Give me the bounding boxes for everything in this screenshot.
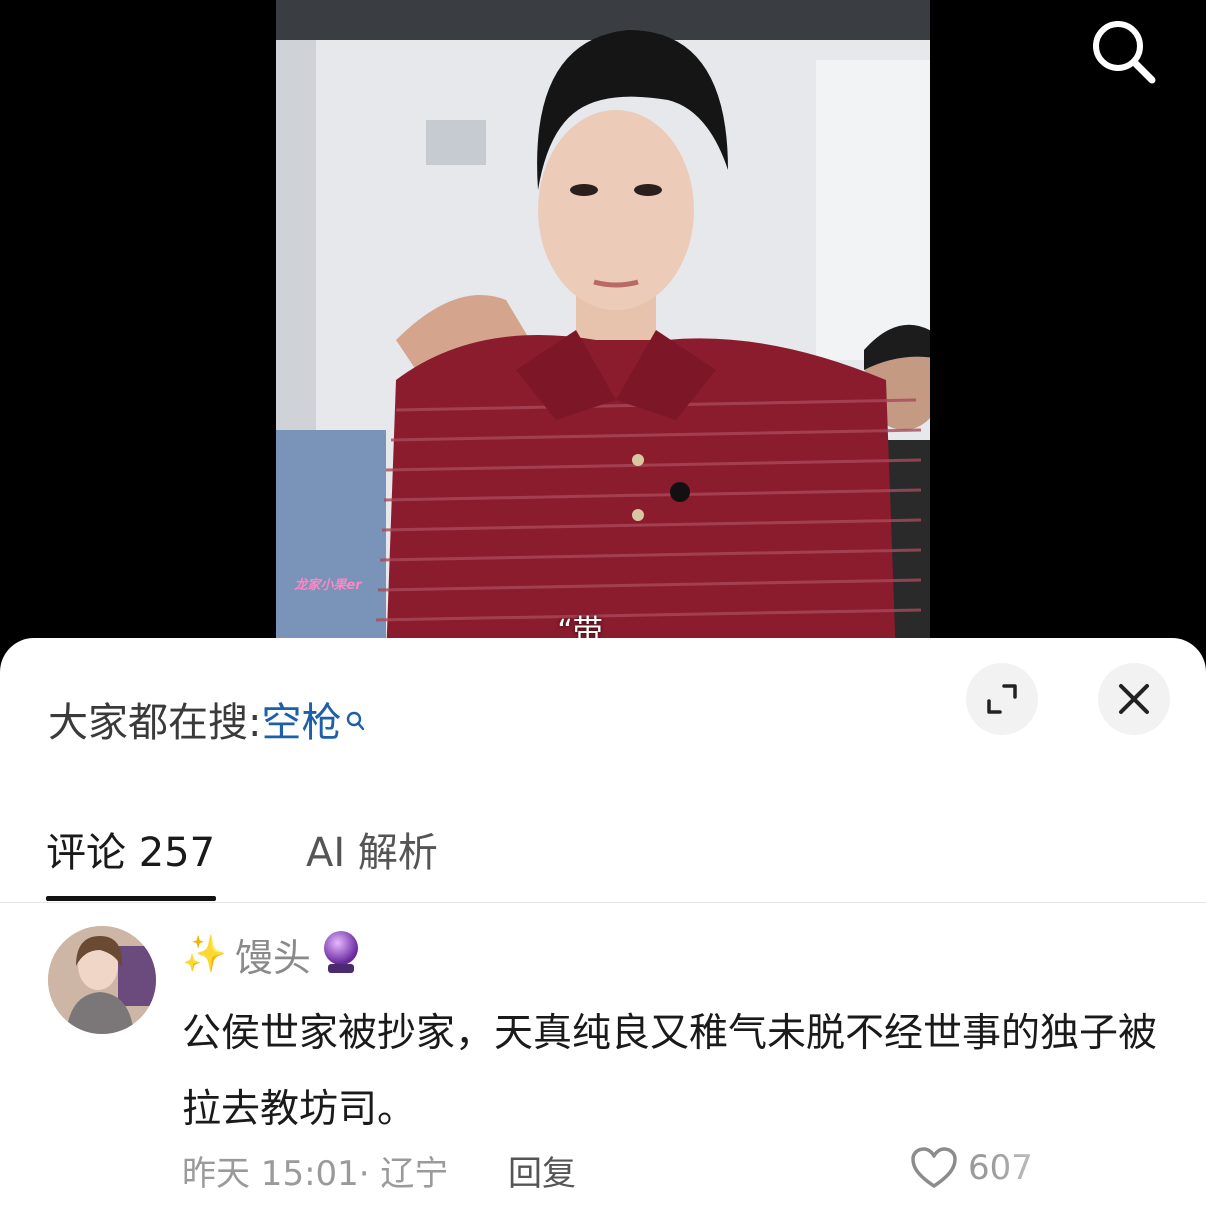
tab-comments[interactable]: 评论 257 [46,820,215,878]
comment-username[interactable]: 馒头 [235,927,311,982]
comments-sheet: 大家都在搜:空枪 评论 257 AI 解析 ✨ 馒头 公侯世家被抄家，天真纯良又… [0,638,1206,1211]
crystal-ball-icon [319,928,363,980]
comment-header: ✨ 馒头 [182,924,363,984]
video-still-image [276,0,930,660]
divider [0,902,1206,903]
expand-button[interactable] [966,663,1038,735]
sparkles-icon: ✨ [182,934,227,975]
trending-search-prefix: 大家都在搜: [48,700,262,746]
tab-ai-analysis[interactable]: AI 解析 [306,820,438,878]
video-frame[interactable] [276,0,930,660]
heart-icon [911,1147,957,1188]
video-player[interactable]: 龙家小果er “带走！” [0,0,1206,693]
expand-icon [987,684,1017,714]
sheet-tabs: 评论 257 AI 解析 [0,808,1206,902]
bottom-fade [990,1148,1206,1211]
close-button[interactable] [1098,663,1170,735]
video-watermark: 龙家小果er [294,578,362,593]
trending-search-hint[interactable]: 大家都在搜:空枪 [48,690,365,748]
search-small-icon [345,696,365,742]
avatar[interactable] [48,926,156,1034]
comment-meta: 昨天 15:01· 辽宁 [182,1154,449,1194]
search-icon[interactable] [1086,14,1158,86]
comment-text: 公侯世家被抄家，天真纯良又稚气未脱不经世事的独子被拉去教坊司。 [182,1011,1158,1132]
trending-search-term[interactable]: 空枪 [261,700,341,746]
active-tab-indicator [46,896,216,901]
reply-button[interactable]: 回复 [508,1146,576,1195]
close-icon [1119,684,1149,714]
